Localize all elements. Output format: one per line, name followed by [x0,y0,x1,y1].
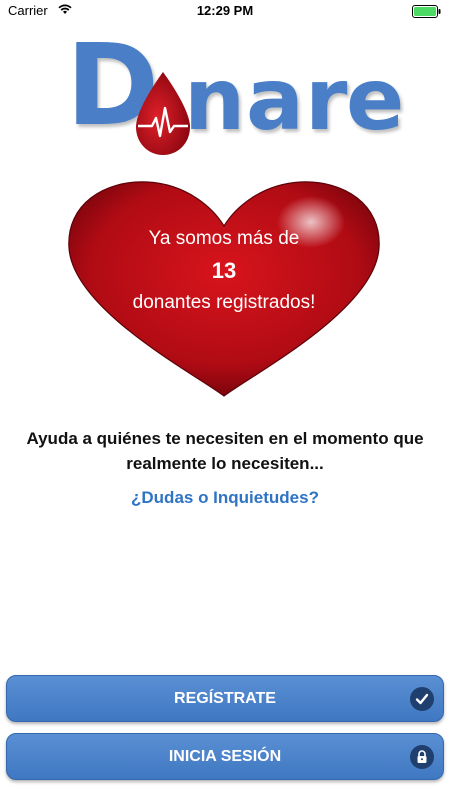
logo-letter-n: n [184,50,246,150]
login-button[interactable]: INICIA SESIÓN [6,733,444,780]
checkmark-icon [410,687,434,711]
faq-link[interactable]: ¿Dudas o Inquietudes? [0,488,450,508]
tagline: Ayuda a quiénes te necesiten en el momen… [26,429,424,473]
battery-icon [412,5,441,18]
logo-letter-e: e [346,50,405,150]
logo-letter-r: r [305,50,348,150]
status-bar: Carrier 12:29 PM [0,0,450,22]
login-button-label: INICIA SESIÓN [168,747,282,765]
lock-icon [410,745,434,769]
counter-suffix-text: donantes registrados! [132,292,316,313]
donare-logo: D n a r e [60,30,404,155]
donor-count: 13 [211,258,237,283]
donor-counter: Ya somos más de 13 donantes registrados! [65,225,383,317]
register-button-label: REGÍSTRATE [174,689,276,707]
counter-prefix-text: Ya somos más de [148,228,300,249]
register-button[interactable]: REGÍSTRATE [6,675,444,722]
status-time: 12:29 PM [196,3,254,18]
logo-letter-a: a [246,50,305,150]
